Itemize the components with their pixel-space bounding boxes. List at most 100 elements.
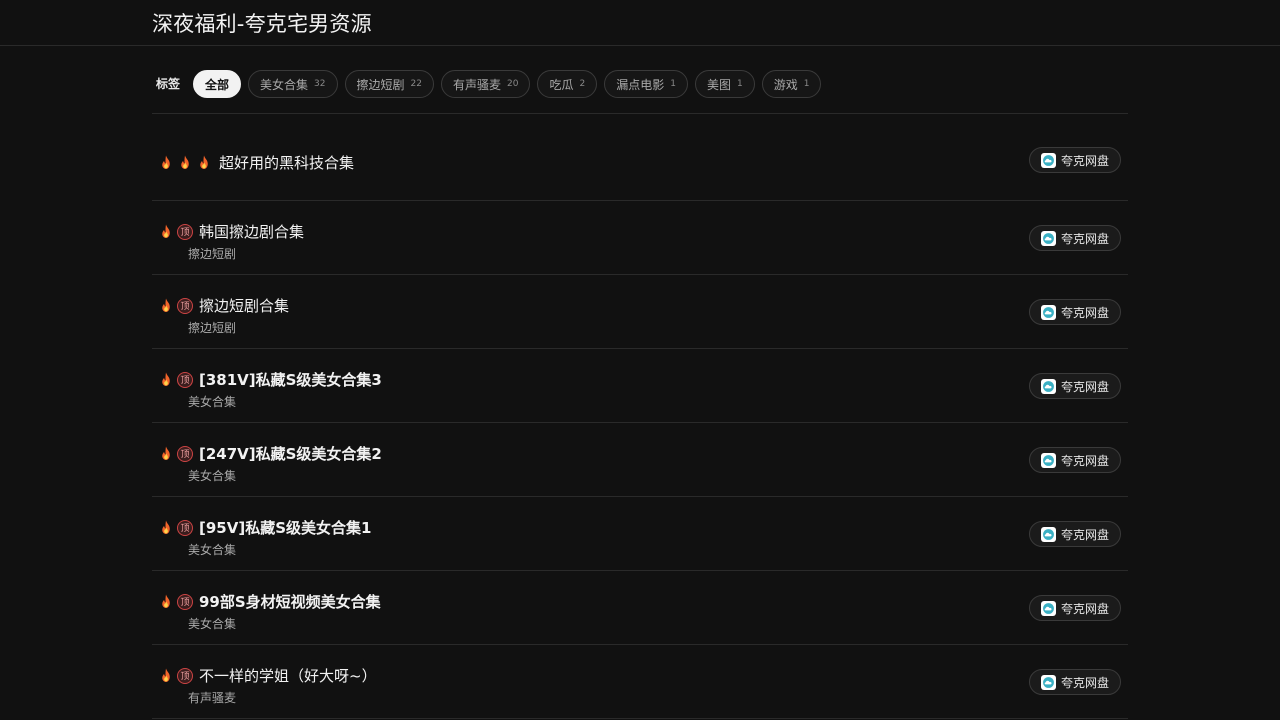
pinned-icon: 顶 (177, 593, 193, 610)
list-item-category[interactable]: 有声骚麦 (188, 689, 236, 706)
tag-label: 漏点电影 (616, 77, 665, 92)
list-item-title-line: 顶韩国擦边剧合集 (157, 221, 304, 242)
list-item-category[interactable]: 美女合集 (188, 467, 236, 484)
quark-cloud-icon (1040, 674, 1056, 690)
fire-icon (162, 668, 170, 682)
fire-icon (181, 155, 189, 169)
quark-drive-button[interactable]: 夸克网盘 (1028, 521, 1121, 547)
tag-5[interactable]: 漏点电影 1 (604, 70, 688, 98)
quark-drive-button-label: 夸克网盘 (1060, 153, 1109, 168)
list-item-title-line: 顶 [247V]私藏S级美女合集2 (157, 443, 382, 464)
list-item-title[interactable]: 韩国擦边剧合集 (199, 221, 304, 242)
tags-label: 标签 (156, 77, 181, 91)
list-item-title-line: 顶擦边短剧合集 (157, 295, 289, 316)
list-item-category[interactable]: 美女合集 (188, 393, 236, 410)
tag-label: 擦边短剧 (356, 77, 405, 92)
tag-count: 1 (803, 79, 810, 89)
list-item-category[interactable]: 美女合集 (188, 541, 236, 558)
list-item-title[interactable]: 不一样的学姐（好大呀~） (199, 665, 377, 686)
tag-list: 全部 美女合集 32 擦边短剧 22 有声骚麦 20 吃瓜 2 漏点电影 1 美图 1 游戏 1 (193, 70, 822, 98)
quark-drive-button-label: 夸克网盘 (1060, 527, 1109, 542)
tag-label: 有声骚麦 (452, 77, 501, 92)
list-item-title-line: 顶 [95V]私藏S级美女合集1 (157, 517, 371, 538)
pinned-icon: 顶 (177, 667, 193, 684)
badges: 顶 (157, 223, 193, 241)
list-item: 顶 [381V]私藏S级美女合集3 美女合集 夸克网盘 (152, 349, 1128, 423)
quark-cloud-icon (1040, 452, 1056, 468)
badges: 顶 (157, 593, 193, 611)
tag-4[interactable]: 吃瓜 2 (537, 70, 598, 98)
list-item-title-line: 超好用的黑科技合集 (157, 152, 354, 173)
main-content: 标签 全部 美女合集 32 擦边短剧 22 有声骚麦 20 吃瓜 2 漏点电影 1 美图 1 游戏 1 超好… (152, 70, 1128, 719)
tag-label: 游戏 (773, 77, 798, 92)
resource-list: 超好用的黑科技合集 夸克网盘顶韩国擦边剧合集 擦边短剧 夸克网盘顶擦边短剧合集 擦边短剧… (152, 130, 1128, 719)
tag-6[interactable]: 美图 1 (694, 70, 755, 98)
tag-count: 1 (736, 79, 743, 89)
list-item: 顶擦边短剧合集擦边短剧 夸克网盘 (152, 275, 1128, 349)
tag-label: 吃瓜 (549, 77, 574, 92)
pinned-icon: 顶 (177, 371, 193, 388)
quark-cloud-icon (1040, 304, 1056, 320)
pinned-icon: 顶 (177, 445, 193, 462)
list-item-category[interactable]: 擦边短剧 (188, 319, 236, 336)
site-title[interactable]: 深夜福利-夸克宅男资源 (152, 0, 1128, 48)
quark-drive-button[interactable]: 夸克网盘 (1028, 373, 1121, 399)
tag-0[interactable]: 全部 (193, 70, 242, 98)
tag-2[interactable]: 擦边短剧 22 (344, 70, 434, 98)
badges: 顶 (157, 519, 193, 537)
list-item: 顶 [247V]私藏S级美女合集2 美女合集 夸克网盘 (152, 423, 1128, 497)
pinned-icon: 顶 (177, 297, 193, 314)
quark-cloud-icon (1040, 230, 1056, 246)
list-item-title[interactable]: 擦边短剧合集 (199, 295, 289, 316)
tag-count: 2 (579, 79, 586, 89)
quark-drive-button[interactable]: 夸克网盘 (1028, 669, 1121, 695)
quark-drive-button-label: 夸克网盘 (1060, 379, 1109, 394)
quark-drive-button-label: 夸克网盘 (1060, 601, 1109, 616)
fire-icon (162, 446, 170, 460)
tag-3[interactable]: 有声骚麦 20 (440, 70, 531, 98)
list-item-title[interactable]: [247V]私藏S级美女合集2 (199, 443, 382, 464)
site-header: 深夜福利-夸克宅男资源 (0, 0, 1280, 46)
quark-drive-button-label: 夸克网盘 (1060, 453, 1109, 468)
tag-count: 22 (410, 79, 422, 89)
pinned-icon: 顶 (177, 223, 193, 240)
badges (157, 154, 213, 172)
tag-count: 20 (506, 79, 519, 89)
tag-filter-bar: 标签 全部 美女合集 32 擦边短剧 22 有声骚麦 20 吃瓜 2 漏点电影 1 美图 1 游戏 1 (152, 70, 1128, 114)
quark-drive-button[interactable]: 夸克网盘 (1028, 299, 1121, 325)
quark-drive-button-label: 夸克网盘 (1060, 305, 1109, 320)
quark-drive-button-label: 夸克网盘 (1060, 231, 1109, 246)
fire-icon (162, 155, 170, 169)
badges: 顶 (157, 297, 193, 315)
list-item-title[interactable]: [381V]私藏S级美女合集3 (199, 369, 382, 390)
list-item: 超好用的黑科技合集 夸克网盘 (152, 130, 1128, 201)
list-item: 顶 99部S身材短视频美女合集美女合集 夸克网盘 (152, 571, 1128, 645)
list-item-title[interactable]: 超好用的黑科技合集 (219, 152, 354, 173)
tag-7[interactable]: 游戏 1 (761, 70, 822, 98)
quark-cloud-icon (1040, 378, 1056, 394)
fire-icon (162, 520, 170, 534)
tag-1[interactable]: 美女合集 32 (248, 70, 338, 98)
badges: 顶 (157, 667, 193, 685)
quark-drive-button[interactable]: 夸克网盘 (1028, 147, 1121, 173)
fire-icon (162, 594, 170, 608)
list-item-title-line: 顶 99部S身材短视频美女合集 (157, 591, 381, 612)
list-item-title-line: 顶 [381V]私藏S级美女合集3 (157, 369, 382, 390)
tag-label: 美女合集 (260, 77, 309, 92)
tag-count: 1 (670, 79, 676, 89)
list-item: 顶不一样的学姐（好大呀~） 有声骚麦 夸克网盘 (152, 645, 1128, 719)
quark-cloud-icon (1040, 600, 1056, 616)
list-item-title[interactable]: [95V]私藏S级美女合集1 (199, 517, 371, 538)
quark-drive-button[interactable]: 夸克网盘 (1028, 225, 1121, 251)
list-item-category[interactable]: 擦边短剧 (188, 245, 236, 262)
tag-label: 全部 (205, 77, 230, 92)
badges: 顶 (157, 445, 193, 463)
list-item-category[interactable]: 美女合集 (188, 615, 236, 632)
quark-cloud-icon (1040, 526, 1056, 542)
fire-icon (162, 224, 170, 238)
quark-drive-button[interactable]: 夸克网盘 (1028, 447, 1121, 473)
fire-icon (162, 298, 170, 312)
quark-cloud-icon (1040, 152, 1056, 168)
quark-drive-button[interactable]: 夸克网盘 (1028, 595, 1121, 621)
list-item-title[interactable]: 99部S身材短视频美女合集 (199, 591, 381, 612)
